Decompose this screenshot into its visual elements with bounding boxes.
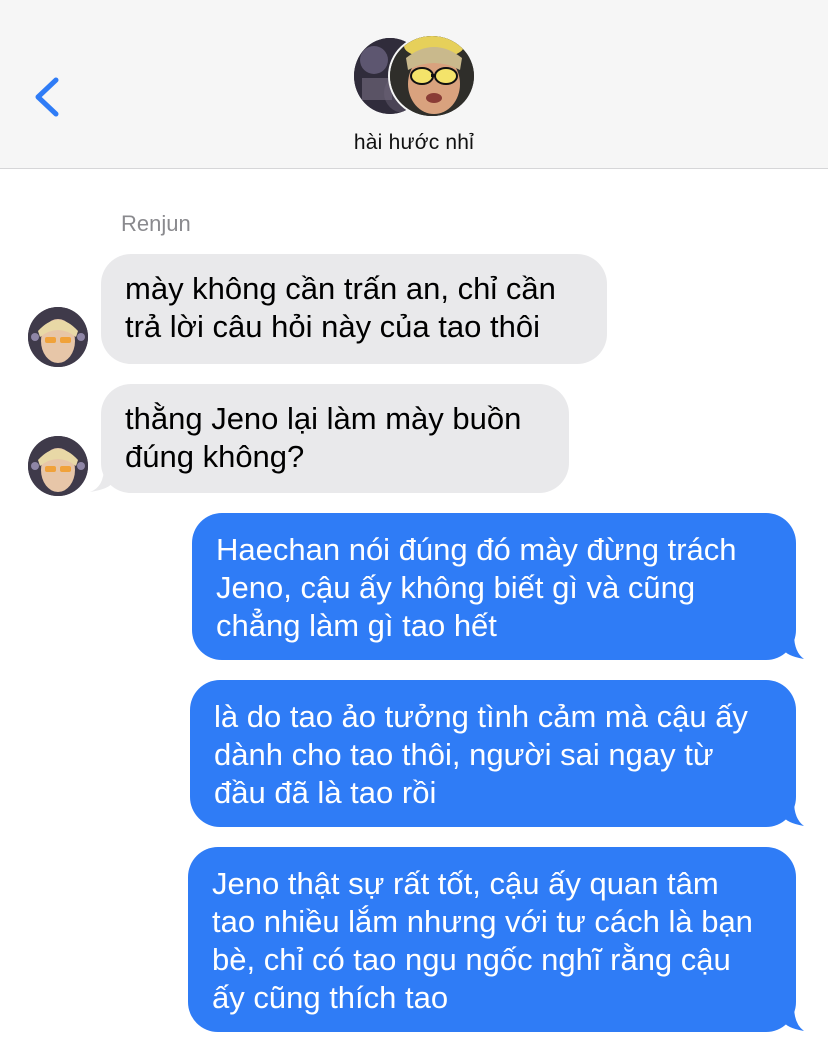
- bubble-tail: [782, 634, 804, 659]
- back-button[interactable]: [28, 72, 68, 122]
- bubble-tail: [782, 801, 804, 826]
- chevron-left-icon: [35, 77, 59, 117]
- conversation-header: hài hước nhỉ: [0, 0, 828, 169]
- bubble-tail: [782, 1006, 804, 1031]
- sender-avatar[interactable]: [28, 307, 88, 367]
- outgoing-message[interactable]: là do tao ảo tưởng tình cảm mà cậu ấy dà…: [190, 680, 796, 827]
- incoming-message[interactable]: thằng Jeno lại làm mày buồn đúng không?: [101, 384, 569, 493]
- member-avatar: [388, 34, 476, 118]
- sender-name: Renjun: [121, 211, 191, 236]
- incoming-message[interactable]: mày không cần trấn an, chỉ cần trả lời c…: [101, 254, 607, 364]
- sender-avatar[interactable]: [28, 436, 88, 496]
- outgoing-message[interactable]: Jeno thật sự rất tốt, cậu ấy quan tâm ta…: [188, 847, 796, 1032]
- group-name[interactable]: hài hước nhỉ: [0, 131, 828, 155]
- group-avatar[interactable]: [352, 34, 476, 118]
- bubble-tail: [90, 467, 114, 492]
- outgoing-message[interactable]: Haechan nói đúng đó mày đừng trách Jeno,…: [192, 513, 796, 660]
